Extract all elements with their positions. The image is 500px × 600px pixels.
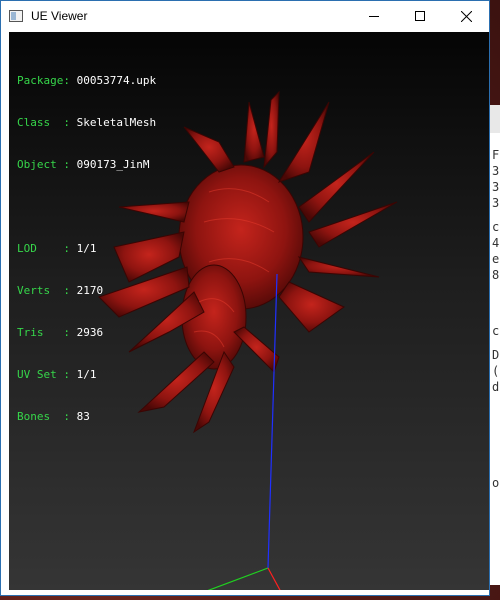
info-row-package: Package: 00053774.upk <box>17 74 157 87</box>
app-window-icon <box>9 10 23 22</box>
info-row-object: Object : 090173_JinM <box>17 158 150 171</box>
ue-viewer-window: UE Viewer Package: 00053774.upk Class: … <box>0 0 490 596</box>
mesh-info-overlay: Package: 00053774.upk Class : SkeletalMe… <box>17 46 156 452</box>
info-row-bones: Bones : 83 <box>17 410 90 423</box>
x-axis-line <box>267 567 281 590</box>
info-row-verts: Verts : 2170 <box>17 284 104 297</box>
window-controls <box>351 1 489 31</box>
close-icon <box>460 10 472 22</box>
minimize-button[interactable] <box>351 1 397 31</box>
3d-viewport[interactable]: Package: 00053774.upk Class : SkeletalMe… <box>9 32 489 590</box>
info-row-lod: LOD : 1/1 <box>17 242 97 255</box>
z-axis-line <box>267 273 278 569</box>
minimize-icon <box>369 16 379 17</box>
info-row-tris: Tris : 2936 <box>17 326 104 339</box>
info-row-class: Class : SkeletalMesh <box>17 116 157 129</box>
maximize-icon <box>415 11 425 21</box>
title-bar[interactable]: UE Viewer <box>1 1 489 31</box>
maximize-button[interactable] <box>397 1 443 31</box>
y-axis-line <box>207 567 269 590</box>
window-title: UE Viewer <box>31 9 88 23</box>
close-button[interactable] <box>443 1 489 31</box>
info-row-uvset: UV Set : 1/1 <box>17 368 97 381</box>
